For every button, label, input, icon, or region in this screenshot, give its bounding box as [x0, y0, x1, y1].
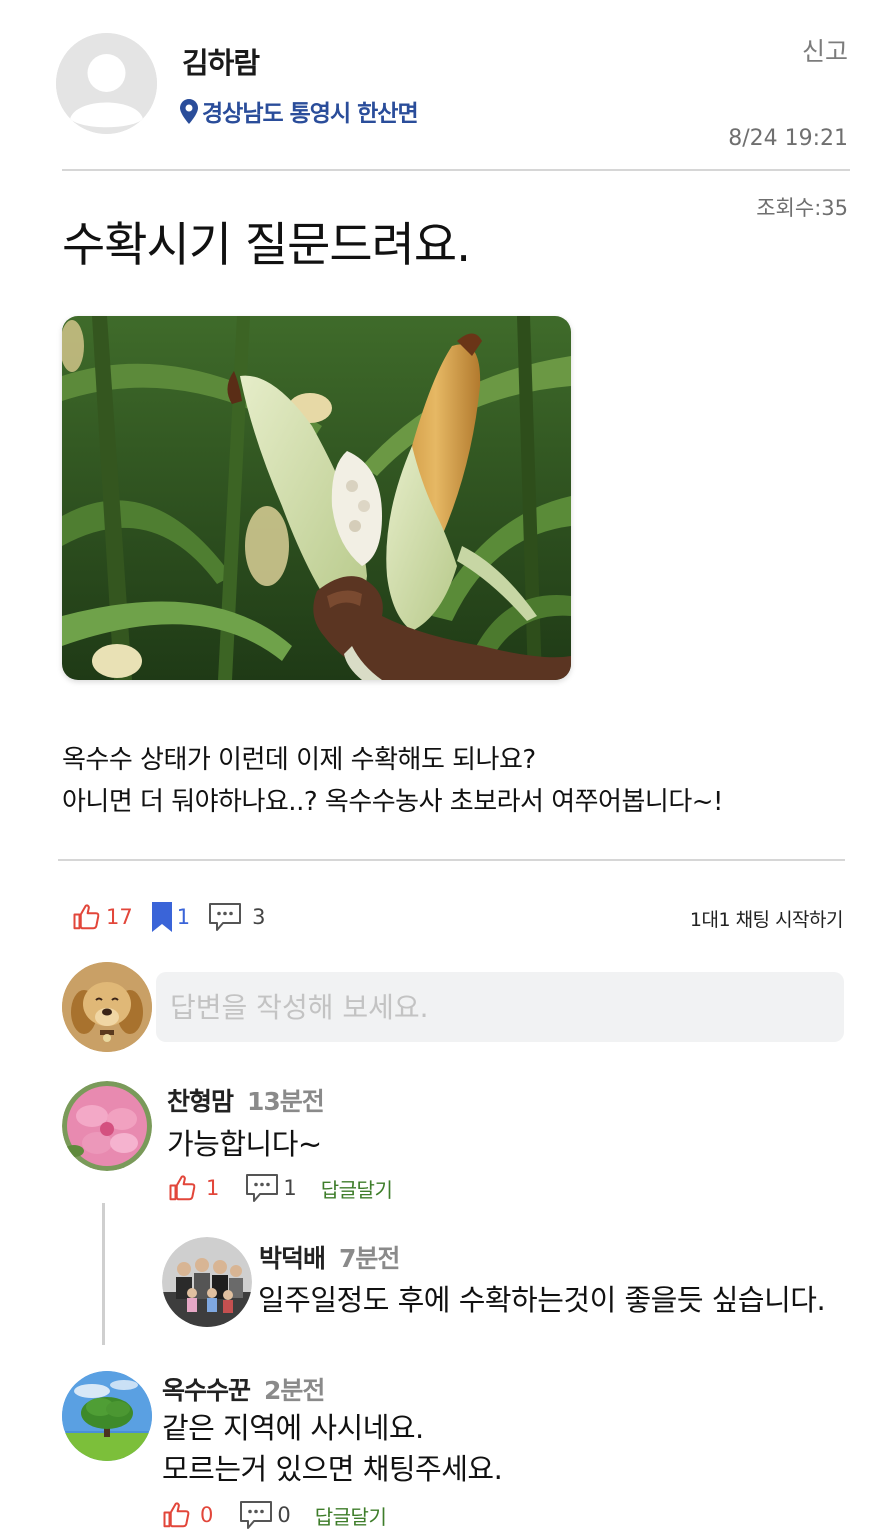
- speech-bubble-icon: [246, 1174, 279, 1202]
- comment-reply-count[interactable]: 0: [239, 1500, 291, 1530]
- reply-header: 박덕배 7분전: [259, 1239, 400, 1275]
- default-avatar-icon: [56, 33, 157, 134]
- comment-like-button[interactable]: 0: [162, 1500, 213, 1530]
- comment-count: 3: [252, 905, 266, 929]
- comment-actions: 0 0 답글달기: [162, 1500, 387, 1530]
- thumbs-up-icon: [163, 1502, 190, 1528]
- reply-text: 일주일정도 후에 수확하는것이 좋을듯 싶습니다.: [258, 1283, 826, 1317]
- commenter-name[interactable]: 옥수수꾼: [162, 1371, 251, 1407]
- post-title: 수확시기 질문드려요.: [62, 218, 471, 273]
- tree-avatar-icon: [62, 1371, 152, 1461]
- thread-line: [102, 1203, 105, 1345]
- reply-avatar[interactable]: [162, 1237, 252, 1327]
- comment-text-line: 모르는거 있으면 채팅주세요.: [162, 1452, 503, 1486]
- comment-text: 같은 지역에 사시네요. 모르는거 있으면 채팅주세요.: [162, 1408, 503, 1490]
- post-body: 옥수수 상태가 이런데 이제 수확해도 되나요? 아니면 더 둬야하나요..? …: [62, 739, 862, 823]
- comment-header: 옥수수꾼 2분전: [162, 1371, 325, 1407]
- reply-time: 7분전: [339, 1244, 400, 1273]
- bookmark-icon: [151, 902, 172, 932]
- report-button[interactable]: 신고: [802, 32, 848, 68]
- comment-header: 찬형맘 13분전: [167, 1082, 325, 1118]
- reply-link[interactable]: 답글달기: [321, 1174, 393, 1203]
- corn-photo: [62, 316, 571, 680]
- comment-text: 가능합니다~: [167, 1127, 322, 1161]
- view-count: 조회수:35: [756, 196, 848, 220]
- comment-like-count: 1: [206, 1176, 220, 1200]
- reply-author-name[interactable]: 박덕배: [259, 1239, 326, 1275]
- post-image[interactable]: [62, 316, 571, 680]
- my-avatar: [62, 962, 152, 1052]
- comment-reply-count[interactable]: 1: [245, 1173, 297, 1203]
- commenter-avatar[interactable]: [62, 1081, 152, 1171]
- post-actions: 17 1 3: [72, 898, 265, 936]
- body-divider: [58, 859, 845, 861]
- author-avatar[interactable]: [56, 33, 157, 134]
- thumbs-up-icon: [73, 904, 100, 930]
- reply-link[interactable]: 답글달기: [315, 1501, 387, 1530]
- start-chat-button[interactable]: 1대1 채팅 시작하기: [690, 905, 844, 932]
- comment-text-line: 같은 지역에 사시네요.: [162, 1411, 424, 1445]
- post-timestamp: 8/24 19:21: [728, 126, 848, 151]
- comment-like-count: 0: [200, 1503, 214, 1527]
- flower-avatar-icon: [62, 1081, 152, 1171]
- comment-actions: 1 1 답글달기: [168, 1173, 393, 1203]
- commenter-name[interactable]: 찬형맘: [167, 1082, 234, 1118]
- comment-like-button[interactable]: 1: [168, 1173, 219, 1203]
- author-name[interactable]: 김하람: [182, 40, 260, 82]
- comment-reply-count-value: 1: [283, 1176, 297, 1200]
- bookmark-button[interactable]: 1: [151, 901, 190, 933]
- reply-input[interactable]: [156, 972, 844, 1042]
- comment-time: 13분전: [247, 1087, 325, 1116]
- map-pin-icon: [180, 98, 198, 124]
- commenter-avatar[interactable]: [62, 1371, 152, 1461]
- like-count: 17: [106, 905, 133, 929]
- post-body-line: 옥수수 상태가 이런데 이제 수확해도 되나요?: [62, 745, 536, 775]
- comment-count-button[interactable]: 3: [208, 902, 265, 932]
- post-body-line: 아니면 더 둬야하나요..? 옥수수농사 초보라서 여쭈어봅니다~!: [62, 787, 723, 817]
- comment-reply-count-value: 0: [277, 1503, 291, 1527]
- like-button[interactable]: 17: [72, 902, 133, 932]
- location-text: 경상남도 통영시 한산면: [202, 101, 419, 127]
- speech-bubble-icon: [209, 903, 242, 931]
- family-photo-avatar-icon: [162, 1237, 252, 1327]
- author-location: 경상남도 통영시 한산면: [180, 94, 419, 128]
- header-divider: [62, 169, 850, 171]
- comment-time: 2분전: [264, 1376, 325, 1405]
- bookmark-count: 1: [176, 905, 191, 929]
- speech-bubble-icon: [240, 1501, 273, 1529]
- thumbs-up-icon: [169, 1175, 196, 1201]
- puppy-avatar-icon: [62, 962, 152, 1052]
